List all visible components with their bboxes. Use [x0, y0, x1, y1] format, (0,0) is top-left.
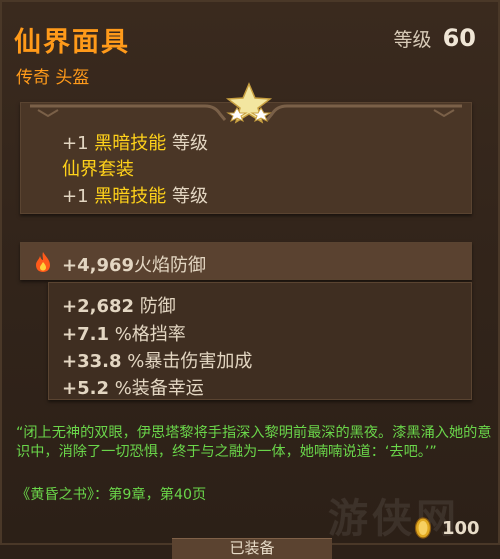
- set-bonus-line-1: +1 黑暗技能 等级: [62, 129, 208, 155]
- stat-label: 防御: [139, 296, 176, 317]
- set-bonus-line-2: +1 黑暗技能 等级: [62, 182, 208, 208]
- stat-row: +2,682 防御: [62, 292, 176, 318]
- stat-row: +7.1 %格挡率: [62, 320, 186, 346]
- stat-value: +33.8: [62, 351, 122, 372]
- item-rarity-type: 传奇 头盔: [16, 68, 90, 88]
- bonus-suffix: 等级: [172, 133, 209, 154]
- lore-source: 《黄昏之书》：第9章，第40页: [16, 487, 207, 503]
- stat-value: +5.2: [62, 378, 109, 399]
- primary-stat: +4,969火焰防御: [62, 251, 206, 277]
- lore-text: “闭上无神的双眼，伊思塔黎将手指深入黎明前最深的黑夜。漆黑涌入她的意识中，消除了…: [16, 425, 492, 460]
- stat-label: %装备幸运: [114, 378, 204, 399]
- stat-label: %暴击伤害加成: [127, 351, 253, 372]
- fire-icon: [36, 252, 50, 272]
- stat-value: +2,682: [62, 296, 135, 317]
- skill-name: 黑暗技能: [94, 186, 167, 207]
- legendary-stars-icon: [225, 82, 273, 124]
- skill-name: 黑暗技能: [94, 133, 167, 154]
- bonus-value: +1: [62, 133, 89, 154]
- item-tooltip: 仙界面具 传奇 头盔 等级 60 +1 黑暗技能 等级 仙界套装 +1 黑暗技能…: [0, 0, 500, 559]
- gold-coin-icon: [414, 517, 432, 539]
- stat-value: +7.1: [62, 324, 109, 345]
- equipped-button[interactable]: 已装备: [172, 538, 332, 559]
- bonus-suffix: 等级: [172, 186, 209, 207]
- level-value: 60: [442, 24, 476, 52]
- watermark: 游侠网: [328, 496, 460, 542]
- stat-row: +5.2 %装备幸运: [62, 374, 204, 400]
- item-level: 等级 60: [393, 24, 476, 52]
- item-price: 100: [442, 518, 480, 539]
- stat-label: 火焰防御: [134, 255, 207, 276]
- item-name: 仙界面具: [14, 27, 130, 58]
- level-label: 等级: [393, 28, 432, 51]
- stat-label: %格挡率: [114, 324, 186, 345]
- set-name: 仙界套装: [62, 159, 134, 180]
- bonus-value: +1: [62, 186, 89, 207]
- stat-value: +4,969: [62, 255, 135, 276]
- stat-row: +33.8 %暴击伤害加成: [62, 347, 252, 373]
